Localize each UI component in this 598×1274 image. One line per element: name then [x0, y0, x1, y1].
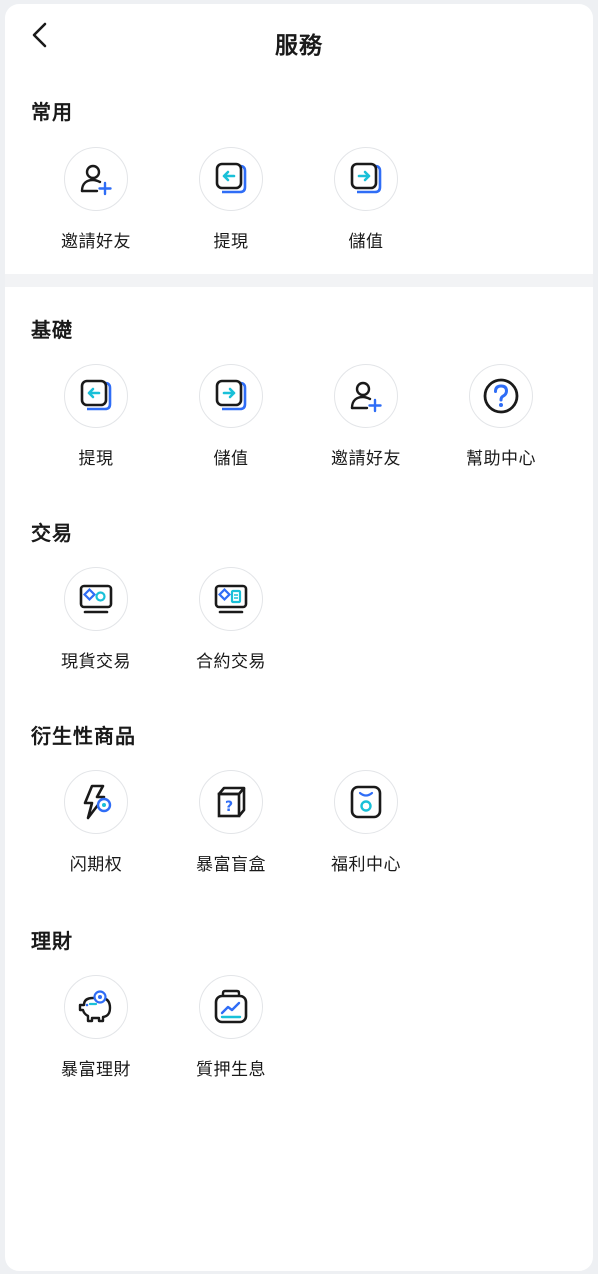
tile-icon-circle — [469, 364, 533, 428]
services-screen: 服務 常用 邀請好友 提現 儲值 基礎 提現 儲值 邀請好友 幫助中心 交易 現… — [5, 4, 593, 1271]
flash-options-icon — [83, 784, 112, 820]
tile-deposit[interactable]: 儲值 — [306, 147, 426, 257]
withdraw-icon — [215, 162, 247, 194]
withdraw-icon — [80, 379, 112, 411]
help-center-icon — [483, 378, 519, 414]
deposit-icon — [215, 379, 247, 411]
tile-withdraw[interactable]: 提現 — [171, 147, 291, 257]
tile-label: 福利中心 — [331, 855, 401, 875]
piggy-bank-icon — [78, 990, 112, 1023]
tile-piggy-bank[interactable]: 暴富理財 — [36, 975, 156, 1085]
contract-trading-icon — [214, 584, 248, 614]
spot-trading-icon — [79, 584, 113, 614]
tile-spot-trading[interactable]: 現貨交易 — [36, 567, 156, 677]
svg-text:?: ? — [225, 799, 233, 815]
tile-mystery-box[interactable]: ? 暴富盲盒 — [171, 770, 291, 880]
tile-label: 質押生息 — [196, 1060, 266, 1080]
tile-label: 儲值 — [213, 449, 249, 469]
section-title-wealth: 理財 — [31, 929, 73, 953]
page-title: 服務 — [275, 33, 323, 59]
mystery-box-icon: ? — [217, 786, 246, 818]
tile-help-center[interactable]: 幫助中心 — [441, 364, 561, 474]
tile-icon-circle — [199, 975, 263, 1039]
tile-deposit[interactable]: 儲值 — [171, 364, 291, 474]
tile-icon-circle — [199, 147, 263, 211]
tile-icon-circle — [64, 147, 128, 211]
section-title-basic: 基礎 — [31, 318, 73, 342]
tile-icon-circle — [334, 364, 398, 428]
welfare-center-icon — [350, 785, 382, 819]
tile-contract-trading[interactable]: 合約交易 — [171, 567, 291, 677]
tile-icon-circle — [334, 770, 398, 834]
tile-label: 暴富理財 — [61, 1060, 131, 1080]
section-divider — [5, 274, 593, 287]
tile-label: 邀請好友 — [61, 232, 131, 252]
tile-label: 提現 — [78, 449, 114, 469]
deposit-icon — [350, 162, 382, 194]
header: 服務 — [5, 4, 593, 78]
tile-label: 儲值 — [348, 232, 384, 252]
tile-icon-circle — [64, 364, 128, 428]
section-title-common: 常用 — [31, 100, 73, 124]
tile-flash-options[interactable]: 闪期权 — [36, 770, 156, 880]
tile-label: 合約交易 — [196, 652, 266, 672]
tile-icon-circle — [64, 567, 128, 631]
tile-icon-circle: ? — [199, 770, 263, 834]
tile-label: 提現 — [213, 232, 249, 252]
section-title-derivatives: 衍生性商品 — [31, 724, 136, 748]
invite-friend-icon — [80, 164, 112, 196]
invite-friend-icon — [350, 381, 382, 413]
tile-label: 邀請好友 — [331, 449, 401, 469]
tile-icon-circle — [199, 567, 263, 631]
tile-staking[interactable]: 質押生息 — [171, 975, 291, 1085]
staking-icon — [214, 989, 248, 1024]
section-title-trading: 交易 — [31, 521, 73, 545]
tile-icon-circle — [64, 770, 128, 834]
tile-icon-circle — [64, 975, 128, 1039]
tile-icon-circle — [334, 147, 398, 211]
tile-icon-circle — [199, 364, 263, 428]
tile-label: 現貨交易 — [61, 652, 131, 672]
tile-invite-friend[interactable]: 邀請好友 — [306, 364, 426, 474]
tile-label: 幫助中心 — [466, 449, 536, 469]
tile-withdraw[interactable]: 提現 — [36, 364, 156, 474]
tile-welfare-center[interactable]: 福利中心 — [306, 770, 426, 880]
tile-invite-friend[interactable]: 邀請好友 — [36, 147, 156, 257]
tile-label: 暴富盲盒 — [196, 855, 266, 875]
tile-label: 闪期权 — [69, 855, 123, 875]
